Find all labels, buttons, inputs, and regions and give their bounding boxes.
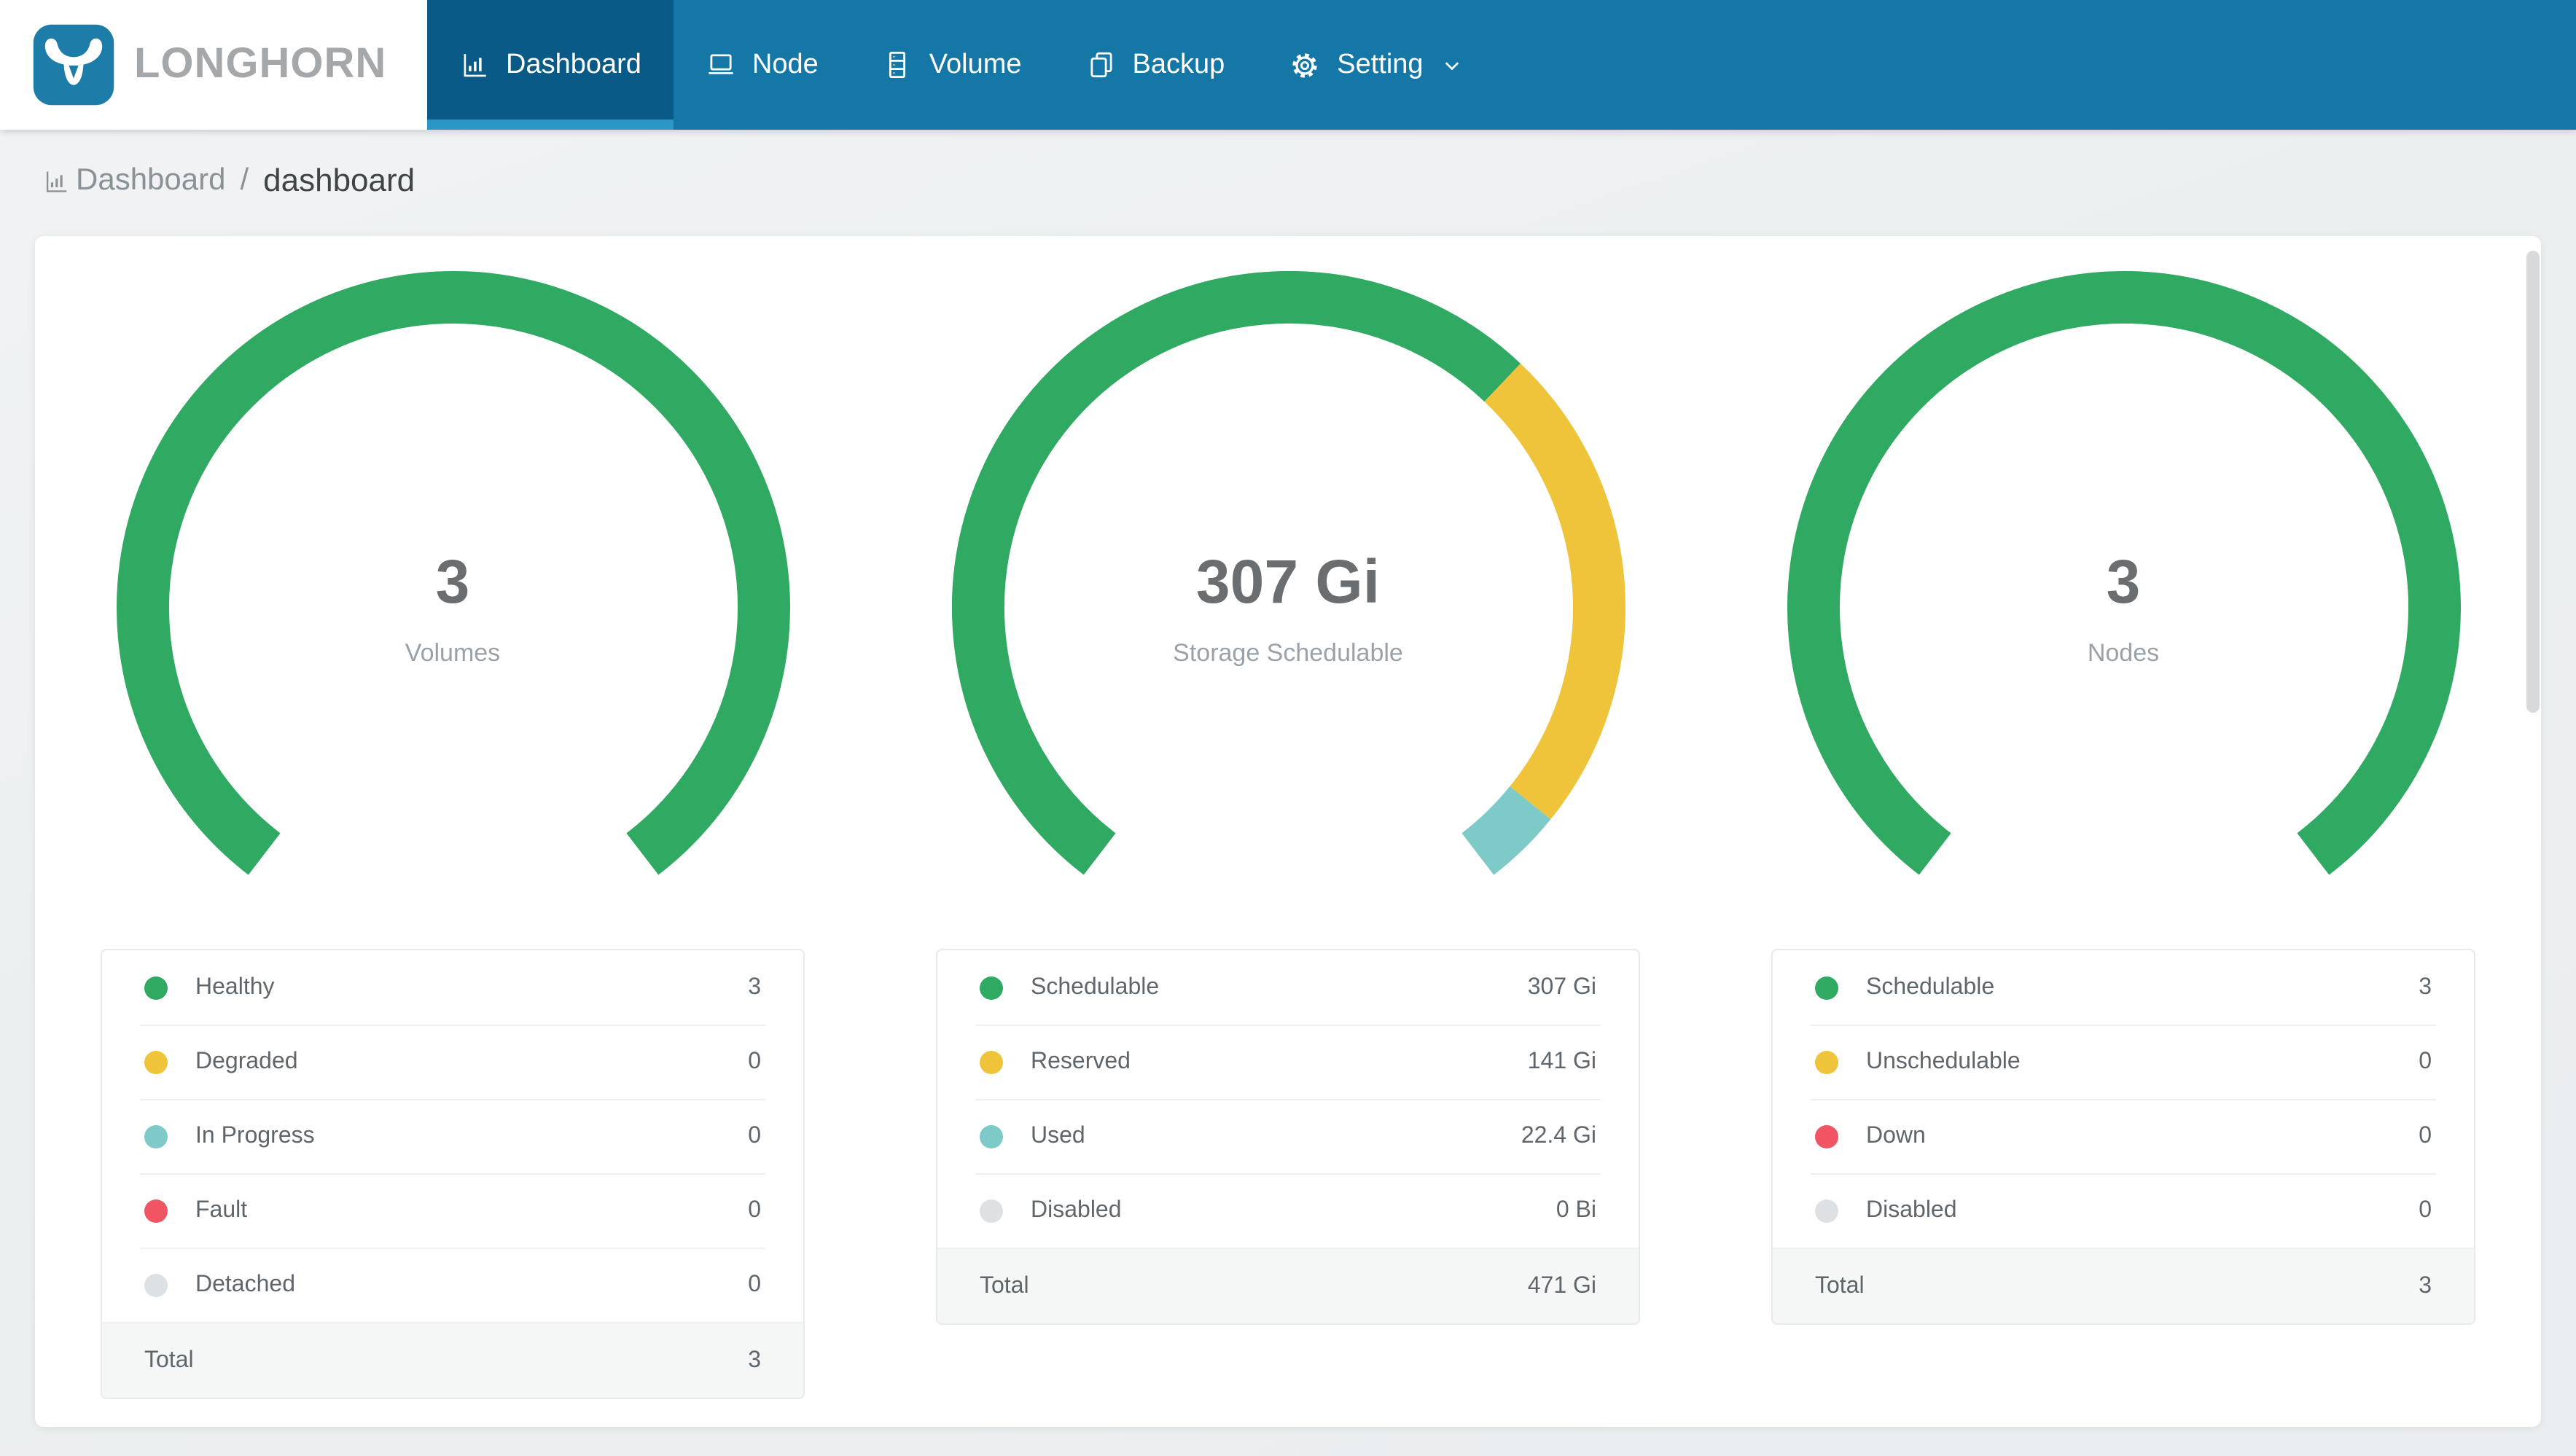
status-dot: [980, 1050, 1003, 1073]
breadcrumb-current: dashboard: [263, 162, 415, 198]
legend-row-fault: Fault 0: [102, 1173, 803, 1248]
legend-row-down: Down 0: [1773, 1099, 2474, 1173]
legend-row-schedulable: Schedulable 307 Gi: [937, 950, 1639, 1025]
gear-icon: [1289, 49, 1321, 81]
breadcrumb: Dashboard / dashboard: [0, 130, 2576, 200]
tab-dashboard[interactable]: Dashboard: [427, 0, 674, 130]
volumes-donut: [116, 271, 789, 875]
status-dot: [144, 1273, 168, 1296]
status-dot: [1815, 976, 1838, 999]
status-dot: [980, 1199, 1003, 1222]
tab-label: Volume: [929, 49, 1022, 79]
active-tab-underline: [427, 120, 674, 130]
status-dot: [144, 1199, 168, 1222]
brand: LONGHORN: [0, 0, 427, 130]
gauge-segment-reserved: [1483, 363, 1625, 820]
legend-row-disabled: Disabled 0: [1773, 1173, 2474, 1248]
storage-schedulable-donut: [951, 271, 1625, 875]
gauge-segment-healthy: [116, 271, 789, 875]
volumes-gauge: 3 Volumes: [116, 271, 789, 944]
status-dot: [980, 976, 1003, 999]
copy-icon: [1086, 50, 1117, 80]
gauge-segment-schedulable: [951, 271, 1520, 875]
brand-name: LONGHORN: [134, 41, 387, 87]
storage-gauge: 307 Gi Storage Schedulable: [951, 271, 1625, 944]
laptop-icon: [706, 50, 736, 80]
legend-row-disabled: Disabled 0 Bi: [937, 1173, 1639, 1248]
legend-row-detached: Detached 0: [102, 1248, 803, 1322]
status-dot: [980, 1124, 1003, 1148]
gauge-segment-used: [1460, 786, 1550, 875]
legend-total-row: Total 471 Gi: [937, 1248, 1639, 1323]
longhorn-logo-icon: [32, 23, 115, 106]
status-dot: [144, 976, 168, 999]
bar-chart-icon: [42, 167, 70, 195]
tab-label: Dashboard: [506, 49, 641, 79]
nodes-legend: Schedulable 3 Unschedulable 0 Down 0 Dis…: [1771, 949, 2475, 1325]
legend-row-reserved: Reserved 141 Gi: [937, 1025, 1639, 1099]
tab-backup[interactable]: Backup: [1054, 0, 1257, 130]
main-nav: Dashboard Node Volume Backup Setting: [427, 0, 1498, 130]
status-dot: [1815, 1124, 1838, 1148]
tab-node[interactable]: Node: [674, 0, 851, 130]
legend-total-row: Total 3: [1773, 1248, 2474, 1323]
legend-total-row: Total 3: [102, 1322, 803, 1398]
status-dot: [144, 1124, 168, 1148]
legend-row-degraded: Degraded 0: [102, 1025, 803, 1099]
status-dot: [1815, 1199, 1838, 1222]
status-dot: [144, 1050, 168, 1073]
tab-label: Node: [752, 49, 819, 79]
breadcrumb-separator: /: [240, 163, 249, 197]
storage-panel: 307 Gi Storage Schedulable Schedulable 3…: [870, 236, 1706, 1427]
nodes-panel: 3 Nodes Schedulable 3 Unschedulable 0 Do…: [1706, 236, 2541, 1427]
tab-label: Backup: [1132, 49, 1225, 79]
dashboard-card: 3 Volumes Healthy 3 Degraded 0 In Progre…: [35, 236, 2541, 1427]
scrollbar-thumb[interactable]: [2526, 251, 2540, 713]
tab-volume[interactable]: Volume: [851, 0, 1054, 130]
bar-chart-icon: [459, 50, 490, 80]
breadcrumb-root[interactable]: Dashboard: [76, 163, 225, 198]
gauge-segment-schedulable: [1787, 271, 2460, 875]
legend-row-in-progress: In Progress 0: [102, 1099, 803, 1173]
tab-label: Setting: [1337, 49, 1424, 79]
tab-setting[interactable]: Setting: [1257, 0, 1497, 130]
longhorn-app: LONGHORN Dashboard Node Volume Backup Se…: [0, 0, 2576, 1456]
server-stack-icon: [883, 50, 913, 80]
legend-row-healthy: Healthy 3: [102, 950, 803, 1025]
volumes-legend: Healthy 3 Degraded 0 In Progress 0 Fault…: [101, 949, 805, 1399]
volumes-panel: 3 Volumes Healthy 3 Degraded 0 In Progre…: [35, 236, 870, 1427]
top-nav-bar: LONGHORN Dashboard Node Volume Backup Se…: [0, 0, 2576, 130]
status-dot: [1815, 1050, 1838, 1073]
storage-legend: Schedulable 307 Gi Reserved 141 Gi Used …: [936, 949, 1640, 1325]
chevron-down-icon: [1440, 52, 1466, 78]
legend-row-used: Used 22.4 Gi: [937, 1099, 1639, 1173]
legend-row-unschedulable: Unschedulable 0: [1773, 1025, 2474, 1099]
legend-row-schedulable: Schedulable 3: [1773, 950, 2474, 1025]
nodes-donut: [1787, 271, 2460, 875]
nodes-gauge: 3 Nodes: [1787, 271, 2460, 944]
